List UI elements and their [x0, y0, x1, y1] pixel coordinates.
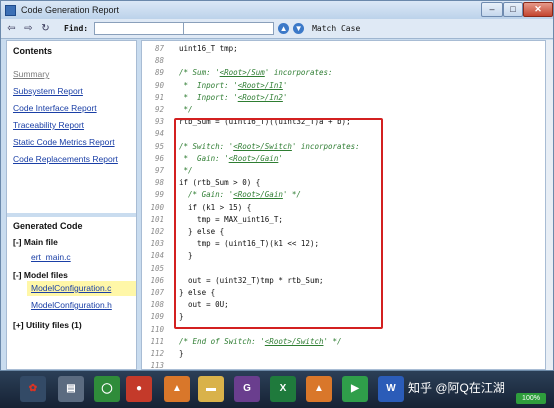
- taskbar-app-browser-icon[interactable]: ◯: [94, 376, 120, 402]
- watermark-text: 知乎 @阿Q在江湖: [408, 381, 505, 395]
- main-file-toggle[interactable]: [-]: [13, 237, 22, 247]
- line-number: 113: [150, 361, 164, 370]
- find-next-icon[interactable]: ▼: [293, 23, 305, 34]
- nav-link-summary[interactable]: Summary: [13, 69, 49, 79]
- line-number: 91: [154, 92, 164, 102]
- minimize-button[interactable]: –: [481, 2, 503, 17]
- taskbar-app-folder-icon[interactable]: ▬: [198, 376, 224, 402]
- line-number: 97: [154, 166, 164, 175]
- line-number: 101: [150, 214, 164, 224]
- code-comment: * Inport: '<Root>/In2': [179, 92, 288, 102]
- contents-panel: Contents Summary Subsystem Report Code I…: [6, 40, 137, 370]
- annotation-highlight-box: [174, 118, 383, 329]
- model-files-group[interactable]: [-] Model files: [13, 270, 68, 280]
- line-number: 99: [154, 190, 164, 200]
- taskbar-app-word-icon[interactable]: W: [378, 376, 404, 402]
- generated-code-title: Generated Code: [13, 221, 83, 231]
- code-line: /* End of Switch: '<Root>/Switch' */: [179, 337, 342, 346]
- contents-title: Contents: [13, 46, 52, 56]
- nav-divider: [7, 213, 136, 217]
- code-scrollbar[interactable]: [546, 40, 553, 370]
- file-link-modelconfiguration-c[interactable]: ModelConfiguration.c: [31, 283, 111, 293]
- code-comment: */: [179, 105, 193, 114]
- title-bar: Code Generation Report: [1, 1, 553, 19]
- line-number: 89: [154, 68, 164, 78]
- code-line: }: [179, 349, 184, 358]
- line-number: 103: [150, 239, 164, 249]
- line-number: 96: [154, 153, 164, 163]
- code-line: /* Sum: '<Root>/Sum' incorporates:: [179, 68, 333, 77]
- code-comment: /* End of Switch: '<Root>/Switch' */: [179, 336, 342, 346]
- line-number: 111: [150, 336, 164, 346]
- forward-arrow-icon[interactable]: ⇨: [22, 22, 35, 35]
- line-number: 88: [154, 56, 164, 66]
- nav-link-traceability-report[interactable]: Traceability Report: [13, 120, 84, 130]
- code-line: * Inport: '<Root>/In1': [179, 80, 288, 90]
- taskbar-app-matlab-icon[interactable]: ▲: [164, 376, 190, 402]
- window-title: Code Generation Report: [21, 5, 120, 15]
- nav-link-static-code-metrics-report[interactable]: Static Code Metrics Report: [13, 137, 115, 147]
- find-previous-icon[interactable]: ▲: [278, 23, 290, 34]
- line-number: 104: [150, 251, 164, 261]
- model-files-label: Model files: [23, 270, 68, 280]
- line-number: 108: [150, 300, 164, 310]
- nav-link-subsystem-report[interactable]: Subsystem Report: [13, 86, 83, 96]
- taskbar-app-excel-icon[interactable]: X: [270, 376, 296, 402]
- code-line: * Inport: '<Root>/In2': [179, 92, 288, 102]
- code-line: */: [179, 105, 193, 114]
- line-number: 90: [154, 80, 164, 90]
- line-number: 107: [150, 288, 164, 297]
- refresh-icon[interactable]: ↻: [39, 22, 52, 35]
- file-link-ert-main-c[interactable]: ert_main.c: [31, 252, 71, 262]
- main-file-label: Main file: [23, 237, 58, 247]
- line-number: 98: [154, 178, 164, 188]
- taskbar-app-matlab2-icon[interactable]: ▲: [306, 376, 332, 402]
- find-input-extension[interactable]: [184, 22, 275, 35]
- taskbar-app-play-icon[interactable]: ▶: [342, 376, 368, 402]
- utility-files-label: Utility files (1): [26, 320, 82, 330]
- maximize-button[interactable]: □: [503, 2, 523, 17]
- toolbar: ⇦ ⇨ ↻ Find: ▲ ▼ Match Case: [1, 19, 553, 39]
- line-number: 100: [150, 202, 164, 212]
- code-comment: /* Sum: '<Root>/Sum' incorporates:: [179, 68, 333, 78]
- code-comment: * Inport: '<Root>/In1': [179, 80, 288, 90]
- match-case-option[interactable]: Match Case: [312, 24, 360, 33]
- line-number: 93: [154, 117, 164, 127]
- find-input[interactable]: [94, 22, 185, 35]
- file-link-modelconfiguration-h[interactable]: ModelConfiguration.h: [31, 300, 112, 310]
- line-number: 87: [154, 44, 164, 53]
- line-number: 105: [150, 263, 164, 273]
- line-number: 95: [154, 141, 164, 151]
- line-number: 94: [154, 129, 164, 139]
- taskbar-app-pdf-icon[interactable]: G: [234, 376, 260, 402]
- code-line: uint16_T tmp;: [179, 44, 238, 53]
- line-number: 110: [150, 324, 164, 334]
- taskbar-app-red-icon[interactable]: ●: [126, 376, 152, 402]
- nav-link-code-interface-report[interactable]: Code Interface Report: [13, 103, 97, 113]
- line-number: 112: [150, 349, 164, 358]
- main-file-group[interactable]: [-] Main file: [13, 237, 58, 247]
- line-number: 106: [150, 275, 164, 285]
- line-number: 102: [150, 227, 164, 236]
- line-number: 92: [154, 105, 164, 114]
- tray-badge: 100%: [516, 393, 546, 404]
- app-icon: [5, 4, 16, 16]
- start-button[interactable]: ✿: [20, 376, 46, 402]
- taskbar-app-file-icon[interactable]: ▤: [58, 376, 84, 402]
- back-arrow-icon[interactable]: ⇦: [5, 22, 18, 35]
- taskbar: ✿ ▤ ◯ ● ▲ ▬ G X ▲ ▶ W 知乎 @阿Q在江湖 100%: [0, 370, 554, 408]
- utility-files-group[interactable]: [+] Utility files (1): [13, 320, 82, 330]
- model-files-toggle[interactable]: [-]: [13, 270, 22, 280]
- utility-files-toggle[interactable]: [+]: [13, 320, 24, 330]
- find-label: Find:: [64, 24, 89, 33]
- nav-link-code-replacements-report[interactable]: Code Replacements Report: [13, 154, 118, 164]
- line-number: 109: [150, 312, 164, 322]
- close-button[interactable]: ✕: [523, 2, 553, 17]
